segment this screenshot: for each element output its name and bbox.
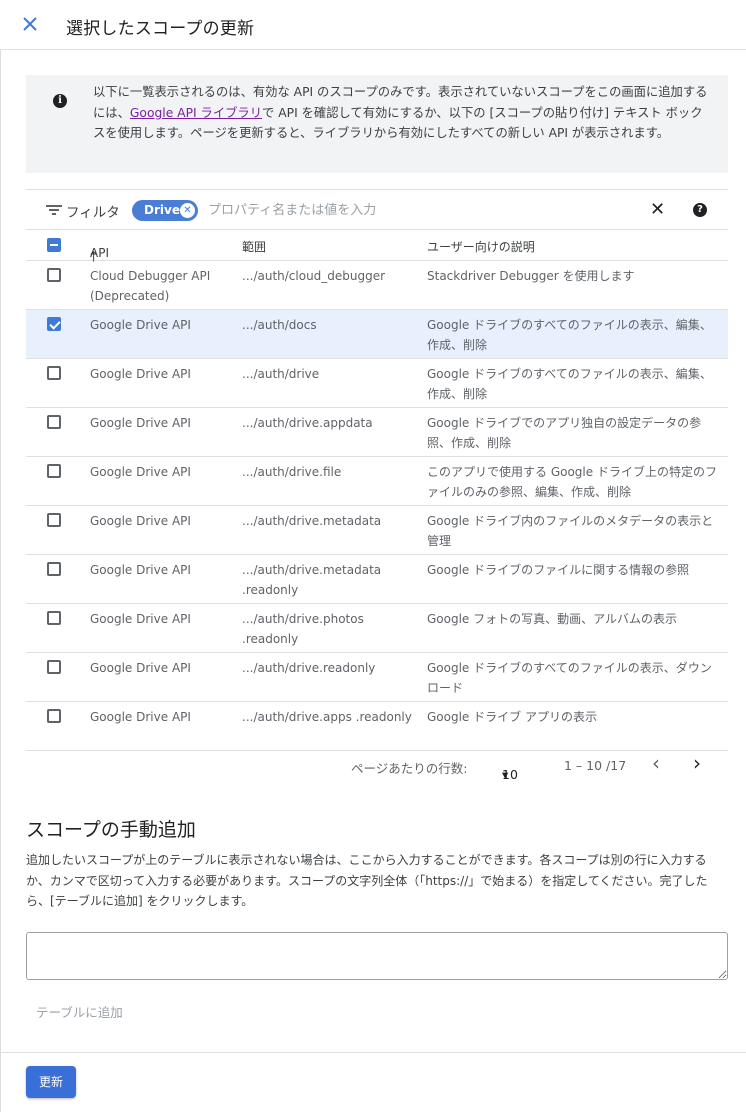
- row-checkbox[interactable]: [47, 268, 61, 282]
- manual-add-title: スコープの手動追加: [26, 819, 196, 841]
- table-row[interactable]: Google Drive API .../auth/drive.file このアプリ…: [26, 457, 728, 506]
- row-description: Google ドライブのファイルに関する情報の参照: [427, 563, 690, 577]
- row-scope: .../auth/drive.file: [242, 465, 342, 479]
- filter-input[interactable]: [208, 200, 508, 220]
- row-api: Google Drive API: [90, 367, 191, 381]
- row-description: このアプリで使用する Google ドライブ上の特定のファイルのみの参照、編集、…: [427, 465, 717, 499]
- pagination: ページあたりの行数: 10 ▾ 1 – 10 /17 ‹ ›: [26, 749, 728, 783]
- row-api: Cloud Debugger API (Deprecated): [90, 269, 211, 303]
- row-checkbox[interactable]: [47, 366, 61, 380]
- table-row[interactable]: Google Drive API .../auth/drive.metadata …: [26, 555, 728, 604]
- rows-per-page-label: ページあたりの行数:: [351, 761, 468, 776]
- dropdown-arrow-icon: ▾: [502, 767, 509, 782]
- dialog-title: 選択したスコープの更新: [66, 19, 255, 39]
- row-checkbox[interactable]: [47, 709, 61, 723]
- row-scope: .../auth/drive.appdata: [242, 416, 373, 430]
- row-scope: .../auth/drive.metadata: [242, 514, 382, 528]
- row-api: Google Drive API: [90, 710, 191, 724]
- row-description: Google ドライブのすべてのファイルの表示、編集、作成、削除: [427, 318, 712, 352]
- row-description: Google フォトの写真、動画、アルバムの表示: [427, 612, 678, 626]
- row-api: Google Drive API: [90, 318, 191, 332]
- row-description: Google ドライブのすべてのファイルの表示、編集、作成、削除: [427, 367, 712, 401]
- row-description: Stackdriver Debugger を使用します: [427, 269, 635, 283]
- row-description: Google ドライブ アプリの表示: [427, 710, 597, 724]
- info-text: 以下に一覧表示されるのは、有効な API のスコープのみです。表示されていないス…: [93, 82, 713, 144]
- row-scope: .../auth/cloud_debugger: [242, 269, 386, 283]
- row-checkbox[interactable]: [47, 415, 61, 429]
- info-banner: i 以下に一覧表示されるのは、有効な API のスコープのみです。表示されていな…: [26, 75, 728, 173]
- table-row[interactable]: Google Drive API .../auth/drive.readonly G…: [26, 653, 728, 702]
- row-description: Google ドライブ内のファイルのメタデータの表示と管理: [427, 514, 714, 548]
- row-checkbox[interactable]: [47, 513, 61, 527]
- manual-scope-input[interactable]: [26, 932, 728, 980]
- row-api: Google Drive API: [90, 514, 191, 528]
- row-scope: .../auth/drive.apps .readonly: [242, 710, 412, 724]
- table-row[interactable]: Google Drive API .../auth/drive.metadata G…: [26, 506, 728, 555]
- api-library-link[interactable]: Google API ライブラリ: [130, 106, 262, 120]
- scopes-table: API 🡑 範囲 ユーザー向けの説明 Cloud Debugger API (D…: [26, 229, 728, 751]
- row-checkbox[interactable]: [47, 611, 61, 625]
- page-range: 1 – 10 /17: [564, 758, 627, 773]
- row-scope: .../auth/drive.metadata .readonly: [242, 563, 382, 597]
- header-scope: 範囲: [242, 240, 267, 254]
- row-checkbox[interactable]: [47, 464, 61, 478]
- row-checkbox[interactable]: [47, 660, 61, 674]
- row-scope: .../auth/drive.photos .readonly: [242, 612, 364, 646]
- row-api: Google Drive API: [90, 612, 191, 626]
- dialog-footer: 更新: [0, 1052, 746, 1112]
- chip-remove-icon[interactable]: ✕: [180, 203, 195, 218]
- help-icon[interactable]: ?: [693, 203, 707, 217]
- info-icon: i: [53, 94, 67, 108]
- row-scope: .../auth/drive: [242, 367, 320, 381]
- table-row[interactable]: Google Drive API .../auth/drive.appdata Go…: [26, 408, 728, 457]
- close-icon[interactable]: [18, 12, 42, 36]
- select-all-checkbox[interactable]: [47, 238, 61, 252]
- filter-icon[interactable]: [46, 205, 62, 217]
- table-header: API 🡑 範囲 ユーザー向けの説明: [26, 230, 728, 265]
- filter-bar: フィルタ Drive✕ ✕ ?: [26, 189, 728, 229]
- row-api: Google Drive API: [90, 416, 191, 430]
- dialog-header: 選択したスコープの更新: [0, 0, 746, 50]
- manual-add-description: 追加したいスコープが上のテーブルに表示されない場合は、ここから入力することができ…: [26, 853, 708, 908]
- table-row[interactable]: Google Drive API .../auth/drive Google ドライ…: [26, 359, 728, 408]
- header-desc: ユーザー向けの説明: [427, 240, 535, 254]
- row-scope: .../auth/docs: [242, 318, 317, 332]
- table-row[interactable]: Google Drive API .../auth/drive.apps .rea…: [26, 702, 728, 751]
- row-scope: .../auth/drive.readonly: [242, 661, 376, 675]
- add-to-table-button[interactable]: テーブルに追加: [36, 1002, 123, 1021]
- clear-filter-icon[interactable]: ✕: [650, 199, 665, 220]
- table-row[interactable]: Google Drive API .../auth/docs Google ドライブ…: [26, 310, 728, 359]
- table-row[interactable]: Google Drive API .../auth/drive.photos .r…: [26, 604, 728, 653]
- next-page-icon[interactable]: ›: [693, 751, 701, 775]
- row-api: Google Drive API: [90, 661, 191, 675]
- filter-label[interactable]: フィルタ: [66, 201, 120, 221]
- row-api: Google Drive API: [90, 465, 191, 479]
- row-api: Google Drive API: [90, 563, 191, 577]
- filter-chip[interactable]: Drive ✕: [132, 200, 198, 221]
- table-row[interactable]: Cloud Debugger API (Deprecated) .../auth/…: [26, 261, 728, 310]
- filter-chip-label: Drive: [144, 203, 180, 217]
- row-description: Google ドライブでのアプリ独自の設定データの参照、作成、削除: [427, 416, 702, 450]
- row-checkbox[interactable]: [47, 562, 61, 576]
- update-button[interactable]: 更新: [26, 1066, 76, 1098]
- row-checkbox[interactable]: [47, 317, 61, 331]
- prev-page-icon[interactable]: ‹: [652, 751, 660, 775]
- row-description: Google ドライブのすべてのファイルの表示、ダウンロード: [427, 661, 712, 695]
